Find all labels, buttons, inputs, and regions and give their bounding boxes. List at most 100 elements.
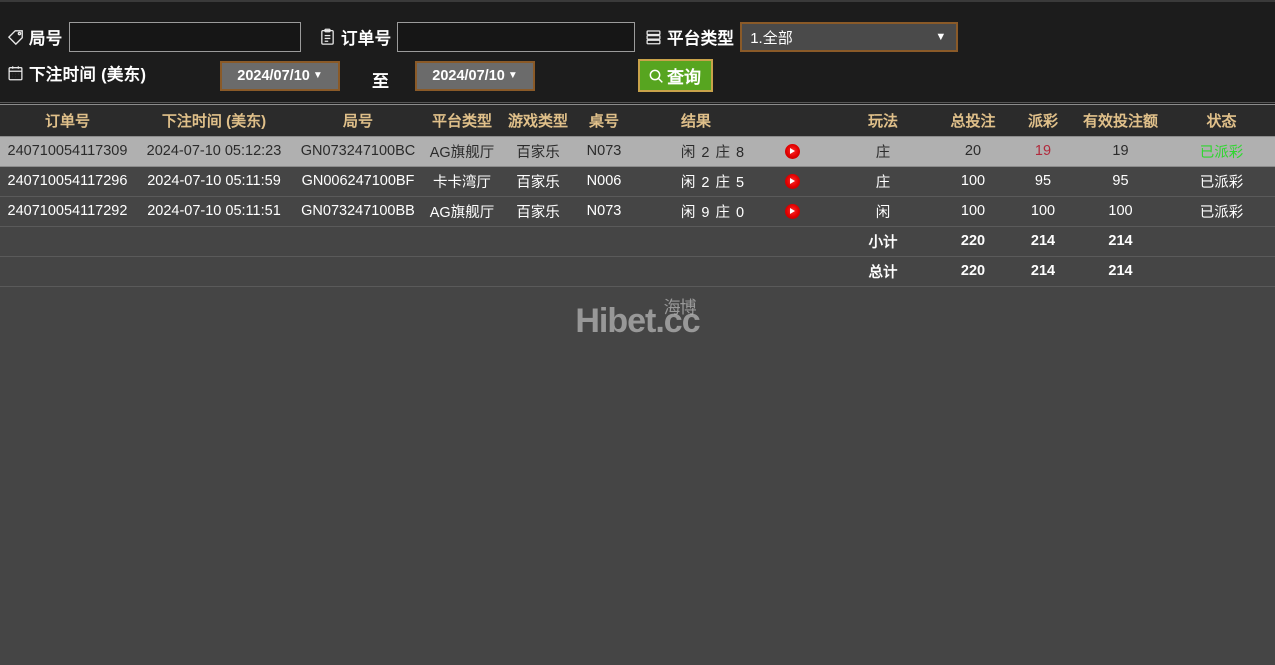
bet-time-from-picker[interactable]: 2024/07/10 ▼ [220,61,340,91]
cell-game-type: 百家乐 [501,165,575,197]
records-grid: 订单号 下注时间 (美东) 局号 平台类型 游戏类型 桌号 结果 玩法 总投注 … [0,104,1275,665]
cell-platform: AG旗舰厅 [423,195,501,227]
date-range-separator: 至 [372,72,389,91]
tot-blank-5 [501,255,575,287]
cell-platform: 卡卡湾厅 [423,165,501,197]
cell-payout: 19 [1013,135,1073,167]
cell-bet-time: 2024-07-10 05:11:59 [135,165,293,197]
cell-round-no: GN073247100BB [293,195,423,227]
cell-valid-bet: 95 [1073,165,1168,197]
sub-blank-2 [135,225,293,257]
cell-total-bet: 100 [933,165,1013,197]
cell-play: 庄 [833,135,933,167]
bet-time-from-value: 2024/07/10 [237,68,310,84]
top-divider [0,0,1275,2]
cell-play: 庄 [833,165,933,197]
tag-icon [6,28,25,47]
play-circle-icon[interactable] [784,143,800,159]
search-icon [648,68,664,84]
col-header-play[interactable]: 玩法 [833,105,933,136]
cell-result: 闲 2 庄 5 [633,165,833,197]
sub-blank-1 [0,225,135,257]
bet-time-to-value: 2024/07/10 [432,68,505,84]
sub-blank-5 [501,225,575,257]
grandtotal-total-bet: 220 [933,255,1013,287]
cell-valid-bet: 19 [1073,135,1168,167]
sub-blank-4 [423,225,501,257]
col-header-order-no[interactable]: 订单号 [0,105,135,136]
cell-round-no: GN073247100BC [293,135,423,167]
grandtotal-label: 总计 [833,255,933,287]
cell-order-no: 240710054117292 [0,195,135,227]
chevron-down-icon: ▼ [312,70,323,81]
table-row[interactable]: 240710054117309 2024-07-10 05:12:23 GN07… [0,135,1275,167]
calendar-icon [6,64,25,83]
filter-round-no-label: 局号 [29,30,63,48]
platform-type-select[interactable]: 1.全部 ▼ [740,22,959,52]
filter-bet-time-label: 下注时间 (美东) [29,66,147,84]
cell-valid-bet: 100 [1073,195,1168,227]
cell-bet-time: 2024-07-10 05:11:51 [135,195,293,227]
col-header-total-bet[interactable]: 总投注 [933,105,1013,136]
grandtotal-valid-bet: 214 [1073,255,1168,287]
query-button[interactable]: 查询 [638,59,713,92]
tot-blank-6 [575,255,633,287]
subtotal-total-bet: 220 [933,225,1013,257]
col-header-valid-bet[interactable]: 有效投注额 [1073,105,1168,136]
filter-round-no: 局号 [6,22,301,52]
round-no-input[interactable] [68,22,301,52]
tot-blank-1 [0,255,135,287]
tot-blank-2 [135,255,293,287]
records-table: 订单号 下注时间 (美东) 局号 平台类型 游戏类型 桌号 结果 玩法 总投注 … [0,105,1275,287]
cell-table-no: N073 [575,195,633,227]
table-row[interactable]: 240710054117292 2024-07-10 05:11:51 GN07… [0,195,1275,227]
col-header-round-no[interactable]: 局号 [293,105,423,136]
bet-time-to-picker[interactable]: 2024/07/10 ▼ [415,61,535,91]
col-header-bet-time[interactable]: 下注时间 (美东) [135,105,293,136]
cell-game-type: 百家乐 [501,195,575,227]
col-header-game-type[interactable]: 游戏类型 [501,105,575,136]
sub-blank-7 [633,225,833,257]
result-text: 闲 2 庄 8 [680,144,746,161]
cell-play: 闲 [833,195,933,227]
cell-table-no: N006 [575,165,633,197]
table-body: 240710054117309 2024-07-10 05:12:23 GN07… [0,135,1275,287]
cell-table-no: N073 [575,135,633,167]
grandtotal-payout: 214 [1013,255,1073,287]
filter-order-no: 订单号 [318,22,636,52]
col-header-payout[interactable]: 派彩 [1013,105,1073,136]
cell-result: 闲 9 庄 0 [633,195,833,227]
result-text: 闲 9 庄 0 [680,204,746,221]
cell-order-no: 240710054117309 [0,135,135,167]
cell-order-no: 240710054117296 [0,165,135,197]
server-list-icon [644,28,663,47]
filter-platform-type-label: 平台类型 [667,30,735,48]
col-header-table-no[interactable]: 桌号 [575,105,633,136]
cell-round-no: GN006247100BF [293,165,423,197]
sub-blank-6 [575,225,633,257]
cell-status: 已派彩 [1168,165,1275,197]
order-no-input[interactable] [397,22,636,52]
filter-bet-time: 下注时间 (美东) [6,61,146,85]
table-row[interactable]: 240710054117296 2024-07-10 05:11:59 GN00… [0,165,1275,197]
cell-status: 已派彩 [1168,135,1275,167]
col-header-status[interactable]: 状态 [1168,105,1275,136]
cell-total-bet: 100 [933,195,1013,227]
subtotal-valid-bet: 214 [1073,225,1168,257]
subtotal-row: 小计 220 214 214 [0,225,1275,257]
play-circle-icon[interactable] [784,173,800,189]
tot-blank-4 [423,255,501,287]
play-circle-icon[interactable] [784,203,800,219]
grandtotal-row: 总计 220 214 214 [0,255,1275,287]
chevron-down-icon: ▼ [507,70,518,81]
tot-blank-3 [293,255,423,287]
filter-bar: 局号 订单号 平台类型 1.全部 ▼ 下注时间 (美东) 2024/07/10 … [0,0,1275,103]
cell-game-type: 百家乐 [501,135,575,167]
cell-total-bet: 20 [933,135,1013,167]
col-header-result[interactable]: 结果 [633,105,833,136]
platform-type-selected-value: 1.全部 [750,29,793,47]
col-header-platform[interactable]: 平台类型 [423,105,501,136]
subtotal-label: 小计 [833,225,933,257]
query-button-label: 查询 [667,68,701,87]
result-text: 闲 2 庄 5 [680,174,746,191]
